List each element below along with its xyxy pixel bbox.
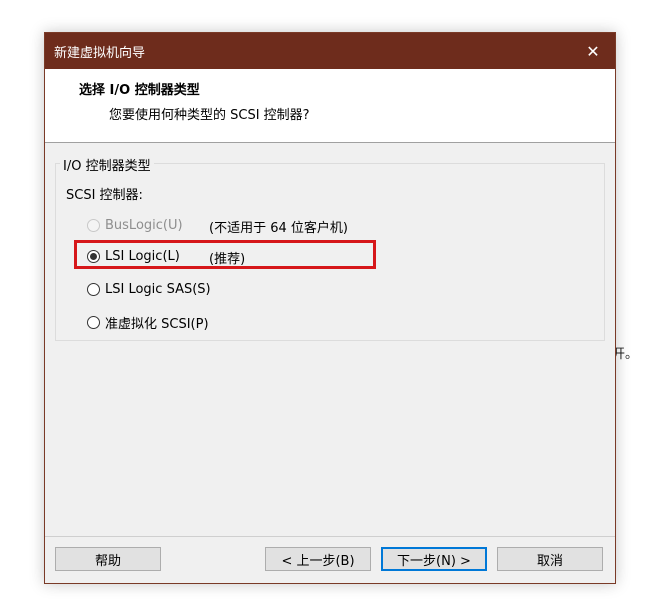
scsi-controller-label: SCSI 控制器: — [66, 188, 143, 203]
title-bar: 新建虚拟机向导 ✕ — [45, 33, 615, 69]
window-title: 新建虚拟机向导 — [54, 45, 146, 61]
radio-label-lsi-logic-sas[interactable]: LSI Logic SAS(S) — [105, 282, 211, 297]
back-button[interactable]: < 上一步(B) — [265, 547, 371, 571]
radio-label-buslogic: BusLogic(U) — [105, 218, 183, 233]
footer-separator — [45, 536, 615, 537]
red-highlight-annotation — [74, 240, 376, 269]
group-legend: I/O 控制器类型 — [60, 155, 154, 174]
radio-option-paravirtual-scsi[interactable]: 准虚拟化 SCSI(P) — [87, 313, 209, 332]
page-subtitle: 您要使用何种类型的 SCSI 控制器? — [109, 108, 310, 123]
help-button[interactable]: 帮助 — [55, 547, 161, 571]
new-vm-wizard-dialog: 新建虚拟机向导 ✕ 选择 I/O 控制器类型 您要使用何种类型的 SCSI 控制… — [44, 32, 616, 584]
radio-button-buslogic — [87, 219, 100, 232]
radio-label-paravirtual-scsi[interactable]: 准虚拟化 SCSI(P) — [105, 313, 209, 332]
next-button[interactable]: 下一步(N) > — [381, 547, 487, 571]
close-icon[interactable]: ✕ — [571, 33, 615, 69]
radio-button-lsi-logic-sas[interactable] — [87, 283, 100, 296]
page-title: 选择 I/O 控制器类型 — [79, 83, 200, 98]
wizard-header: 选择 I/O 控制器类型 您要使用何种类型的 SCSI 控制器? — [45, 69, 615, 143]
radio-option-lsi-logic-sas[interactable]: LSI Logic SAS(S) — [87, 282, 211, 297]
radio-button-paravirtual-scsi[interactable] — [87, 316, 100, 329]
option-note-buslogic: (不适用于 64 位客户机) — [209, 221, 348, 236]
radio-option-buslogic: BusLogic(U) — [87, 218, 183, 233]
cancel-button[interactable]: 取消 — [497, 547, 603, 571]
